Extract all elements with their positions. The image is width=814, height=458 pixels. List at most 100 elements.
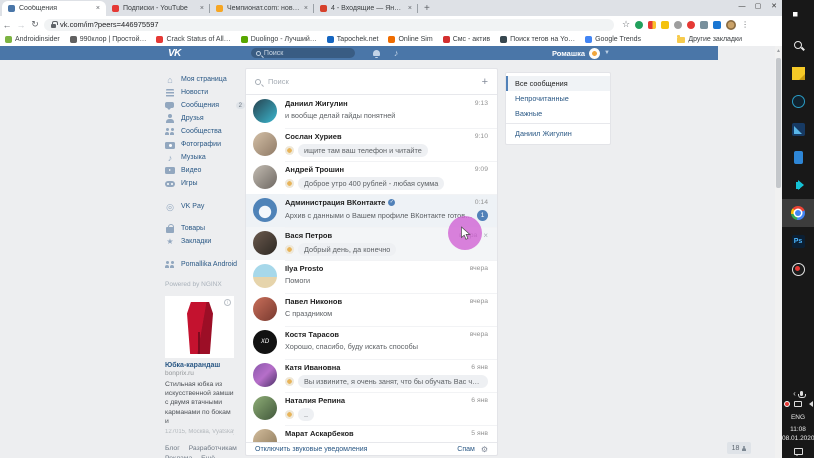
conversation-row[interactable]: Павел Никонов ✓ вчера × С праздником <box>246 293 497 326</box>
music-note-icon[interactable]: ♪ <box>394 48 399 58</box>
sidebar-item[interactable]: Закладки <box>165 235 245 248</box>
reload-icon[interactable]: ↻ <box>28 19 42 30</box>
extension-icon[interactable] <box>713 21 721 29</box>
bookmark-item[interactable]: Google Trends <box>585 36 641 43</box>
pinned-conversation-filter[interactable]: Даниил Жигулин <box>506 126 610 141</box>
taskbar-app[interactable]: Ps <box>782 227 814 255</box>
minimize-button[interactable]: — <box>734 0 750 14</box>
ad-info-icon[interactable]: i <box>224 299 231 306</box>
ad-image[interactable]: i <box>165 296 234 358</box>
footer-link[interactable]: Разработчикам <box>189 445 237 452</box>
vk-user-menu[interactable]: Ромашка ▼ <box>552 48 610 59</box>
bookmark-item[interactable]: Смс - актив <box>443 36 490 43</box>
messages-search-bar[interactable]: Поиск + <box>246 69 497 95</box>
volume-icon[interactable] <box>806 401 813 407</box>
taskbar-app[interactable] <box>782 115 814 143</box>
sidebar-item[interactable]: Новости <box>165 86 245 99</box>
sidebar-item[interactable]: Музыка <box>165 151 245 164</box>
vk-header-search[interactable]: Поиск <box>251 48 355 58</box>
sidebar-item[interactable]: Друзья <box>165 112 245 125</box>
conversation-row[interactable]: Сослан Хуриев ✓ 9:10 × ищите там ваш тел… <box>246 128 497 161</box>
taskbar-app[interactable] <box>782 59 814 87</box>
bookmark-item[interactable]: Crack Status of All… <box>156 36 230 43</box>
extension-icon[interactable] <box>648 21 656 29</box>
sidebar-item[interactable]: Сообщества <box>165 125 245 138</box>
sidebar-item[interactable]: Видео <box>165 164 245 177</box>
recording-indicator-icon[interactable] <box>784 401 790 407</box>
cast-icon[interactable] <box>700 21 708 29</box>
extension-icon[interactable] <box>661 21 669 29</box>
display-icon[interactable] <box>794 401 802 407</box>
bookmark-item[interactable]: Duolingo - Лучший… <box>241 36 317 43</box>
conversation-row[interactable]: Наталия Репина ✓ 6 янв × .. <box>246 392 497 425</box>
tab-close-icon[interactable]: × <box>304 5 308 12</box>
bookmark-item[interactable]: 990клор | Простой… <box>70 36 147 43</box>
conversation-row[interactable]: Катя Ивановна ✓ 6 янв × Вы извините, я о… <box>246 359 497 392</box>
ad-block[interactable]: i Юбка-карандаш bonprix.ru Стильная юбка… <box>165 296 234 435</box>
browser-tab[interactable]: Сообщения × <box>2 1 106 16</box>
tray-expand-icon[interactable]: ‹ <box>793 389 796 398</box>
sidebar-item-app[interactable]: Pomallika Android <box>165 258 245 271</box>
browser-menu-icon[interactable]: ⋮ <box>741 20 749 29</box>
forward-icon[interactable]: → <box>14 20 28 30</box>
gear-icon[interactable]: ⚙ <box>481 445 488 454</box>
bookmark-item[interactable]: Поиск тегов на Yo… <box>500 36 575 43</box>
taskbar-app[interactable] <box>782 199 814 227</box>
bookmark-star-icon[interactable]: ☆ <box>622 19 630 30</box>
taskbar-clock[interactable]: 11:08 08.01.2020 <box>782 425 814 443</box>
conversation-row[interactable]: Марат Аскарбеков ✓ 5 янв × <box>246 425 497 442</box>
extension-icon[interactable] <box>674 21 682 29</box>
bookmark-item[interactable]: Androidinsider <box>5 36 60 43</box>
back-icon[interactable]: ← <box>0 20 14 30</box>
url-text[interactable]: vk.com/im?peers=446975597 <box>60 20 159 29</box>
conversation-row[interactable]: XD Костя Тарасов ✓ вчера × Хорошо, спаси… <box>246 326 497 359</box>
browser-profile-avatar[interactable] <box>726 20 736 30</box>
close-conversation-icon[interactable]: × <box>483 231 488 240</box>
sidebar-item[interactable]: Фотографии <box>165 138 245 151</box>
filter-item[interactable]: Все сообщения <box>506 76 610 91</box>
taskbar-app[interactable] <box>782 255 814 283</box>
conversation-row[interactable]: Андрей Трошин ✓ 9:09 × Доброе утро 400 р… <box>246 161 497 194</box>
spam-link[interactable]: Спам <box>457 446 475 453</box>
ad-title[interactable]: Юбка-карандаш <box>165 362 234 369</box>
action-center-icon[interactable] <box>794 448 803 455</box>
address-bar[interactable]: vk.com/im?peers=446975597 <box>44 19 614 31</box>
tab-close-icon[interactable]: × <box>96 5 100 12</box>
filter-item[interactable]: Важные <box>506 106 610 121</box>
online-friends-badge[interactable]: 18 <box>727 442 751 454</box>
extension-icon[interactable] <box>687 21 695 29</box>
maximize-button[interactable]: ▢ <box>750 0 766 14</box>
language-indicator[interactable]: ENG <box>782 414 814 421</box>
sidebar-item[interactable]: Сообщения 2 <box>165 99 245 112</box>
new-tab-button[interactable]: + <box>424 3 430 16</box>
scrollbar-thumb[interactable] <box>776 58 781 188</box>
browser-tab[interactable]: Чемпионат.com: новости спор… × <box>210 1 314 16</box>
filter-item[interactable]: Непрочитанные <box>506 91 610 106</box>
microphone-icon[interactable] <box>800 391 803 396</box>
tab-close-icon[interactable]: × <box>200 5 204 12</box>
vk-logo[interactable]: VK <box>168 48 181 59</box>
new-message-icon[interactable]: + <box>482 76 488 88</box>
scroll-up-arrow[interactable]: ▲ <box>776 48 781 54</box>
footer-link[interactable]: Блог <box>165 445 180 452</box>
page-scrollbar[interactable]: ▲ <box>775 46 782 458</box>
conversation-row[interactable]: Ilya Prosto ✓ вчера × Помоги <box>246 260 497 293</box>
notifications-bell-icon[interactable] <box>373 50 380 56</box>
sidebar-item[interactable]: Игры <box>165 177 245 190</box>
taskbar-app[interactable] <box>782 3 814 31</box>
sidebar-item[interactable]: Товары <box>165 222 245 235</box>
taskbar-app[interactable] <box>782 87 814 115</box>
mute-notifications-link[interactable]: Отключить звуковые уведомления <box>255 446 367 453</box>
taskbar-app[interactable] <box>782 31 814 59</box>
close-button[interactable]: ✕ <box>766 0 782 14</box>
taskbar-app[interactable] <box>782 171 814 199</box>
bookmark-item[interactable]: Tapochek.net <box>327 36 379 43</box>
browser-tab[interactable]: 4 - Входящие — Яндекс.Почта × <box>314 1 418 16</box>
extension-icon[interactable] <box>635 21 643 29</box>
sidebar-item[interactable]: Моя страница <box>165 73 245 86</box>
tab-close-icon[interactable]: × <box>408 5 412 12</box>
browser-tab[interactable]: Подписки - YouTube × <box>106 1 210 16</box>
taskbar-app[interactable] <box>782 143 814 171</box>
conversation-row[interactable]: Даниил Жигулин ✓ 9:13 × и вообще делай г… <box>246 95 497 128</box>
bookmark-item[interactable]: Online Sim <box>388 36 432 43</box>
